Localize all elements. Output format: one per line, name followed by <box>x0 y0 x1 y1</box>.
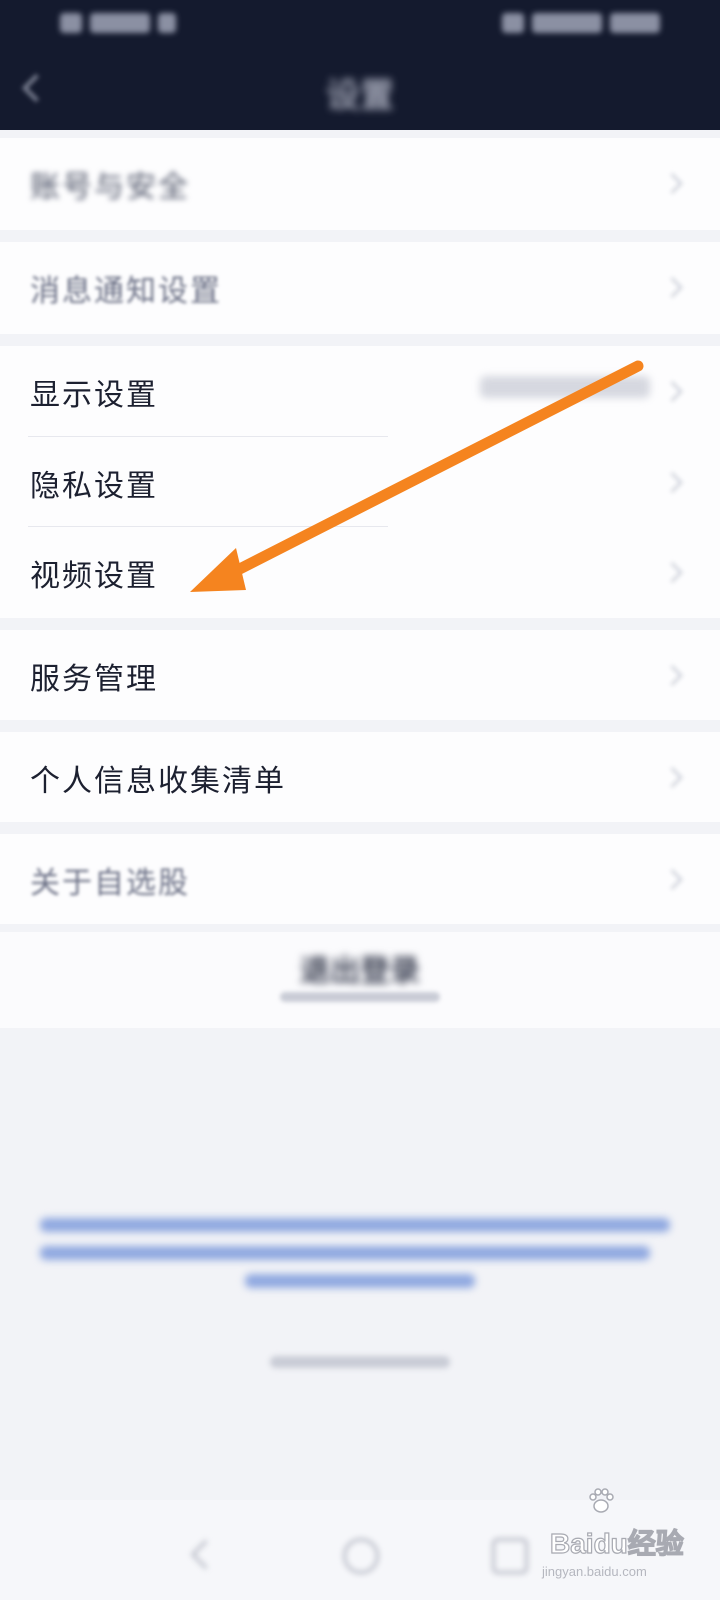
baidu-watermark: Baidu经验 jingyan.baidu.com <box>540 1482 690 1582</box>
watermark-brand: Baidu经验 <box>549 1527 684 1559</box>
baidu-paw-icon <box>589 1488 614 1513</box>
watermark-url: jingyan.baidu.com <box>542 1564 647 1579</box>
annotation-arrow-icon <box>190 360 644 592</box>
